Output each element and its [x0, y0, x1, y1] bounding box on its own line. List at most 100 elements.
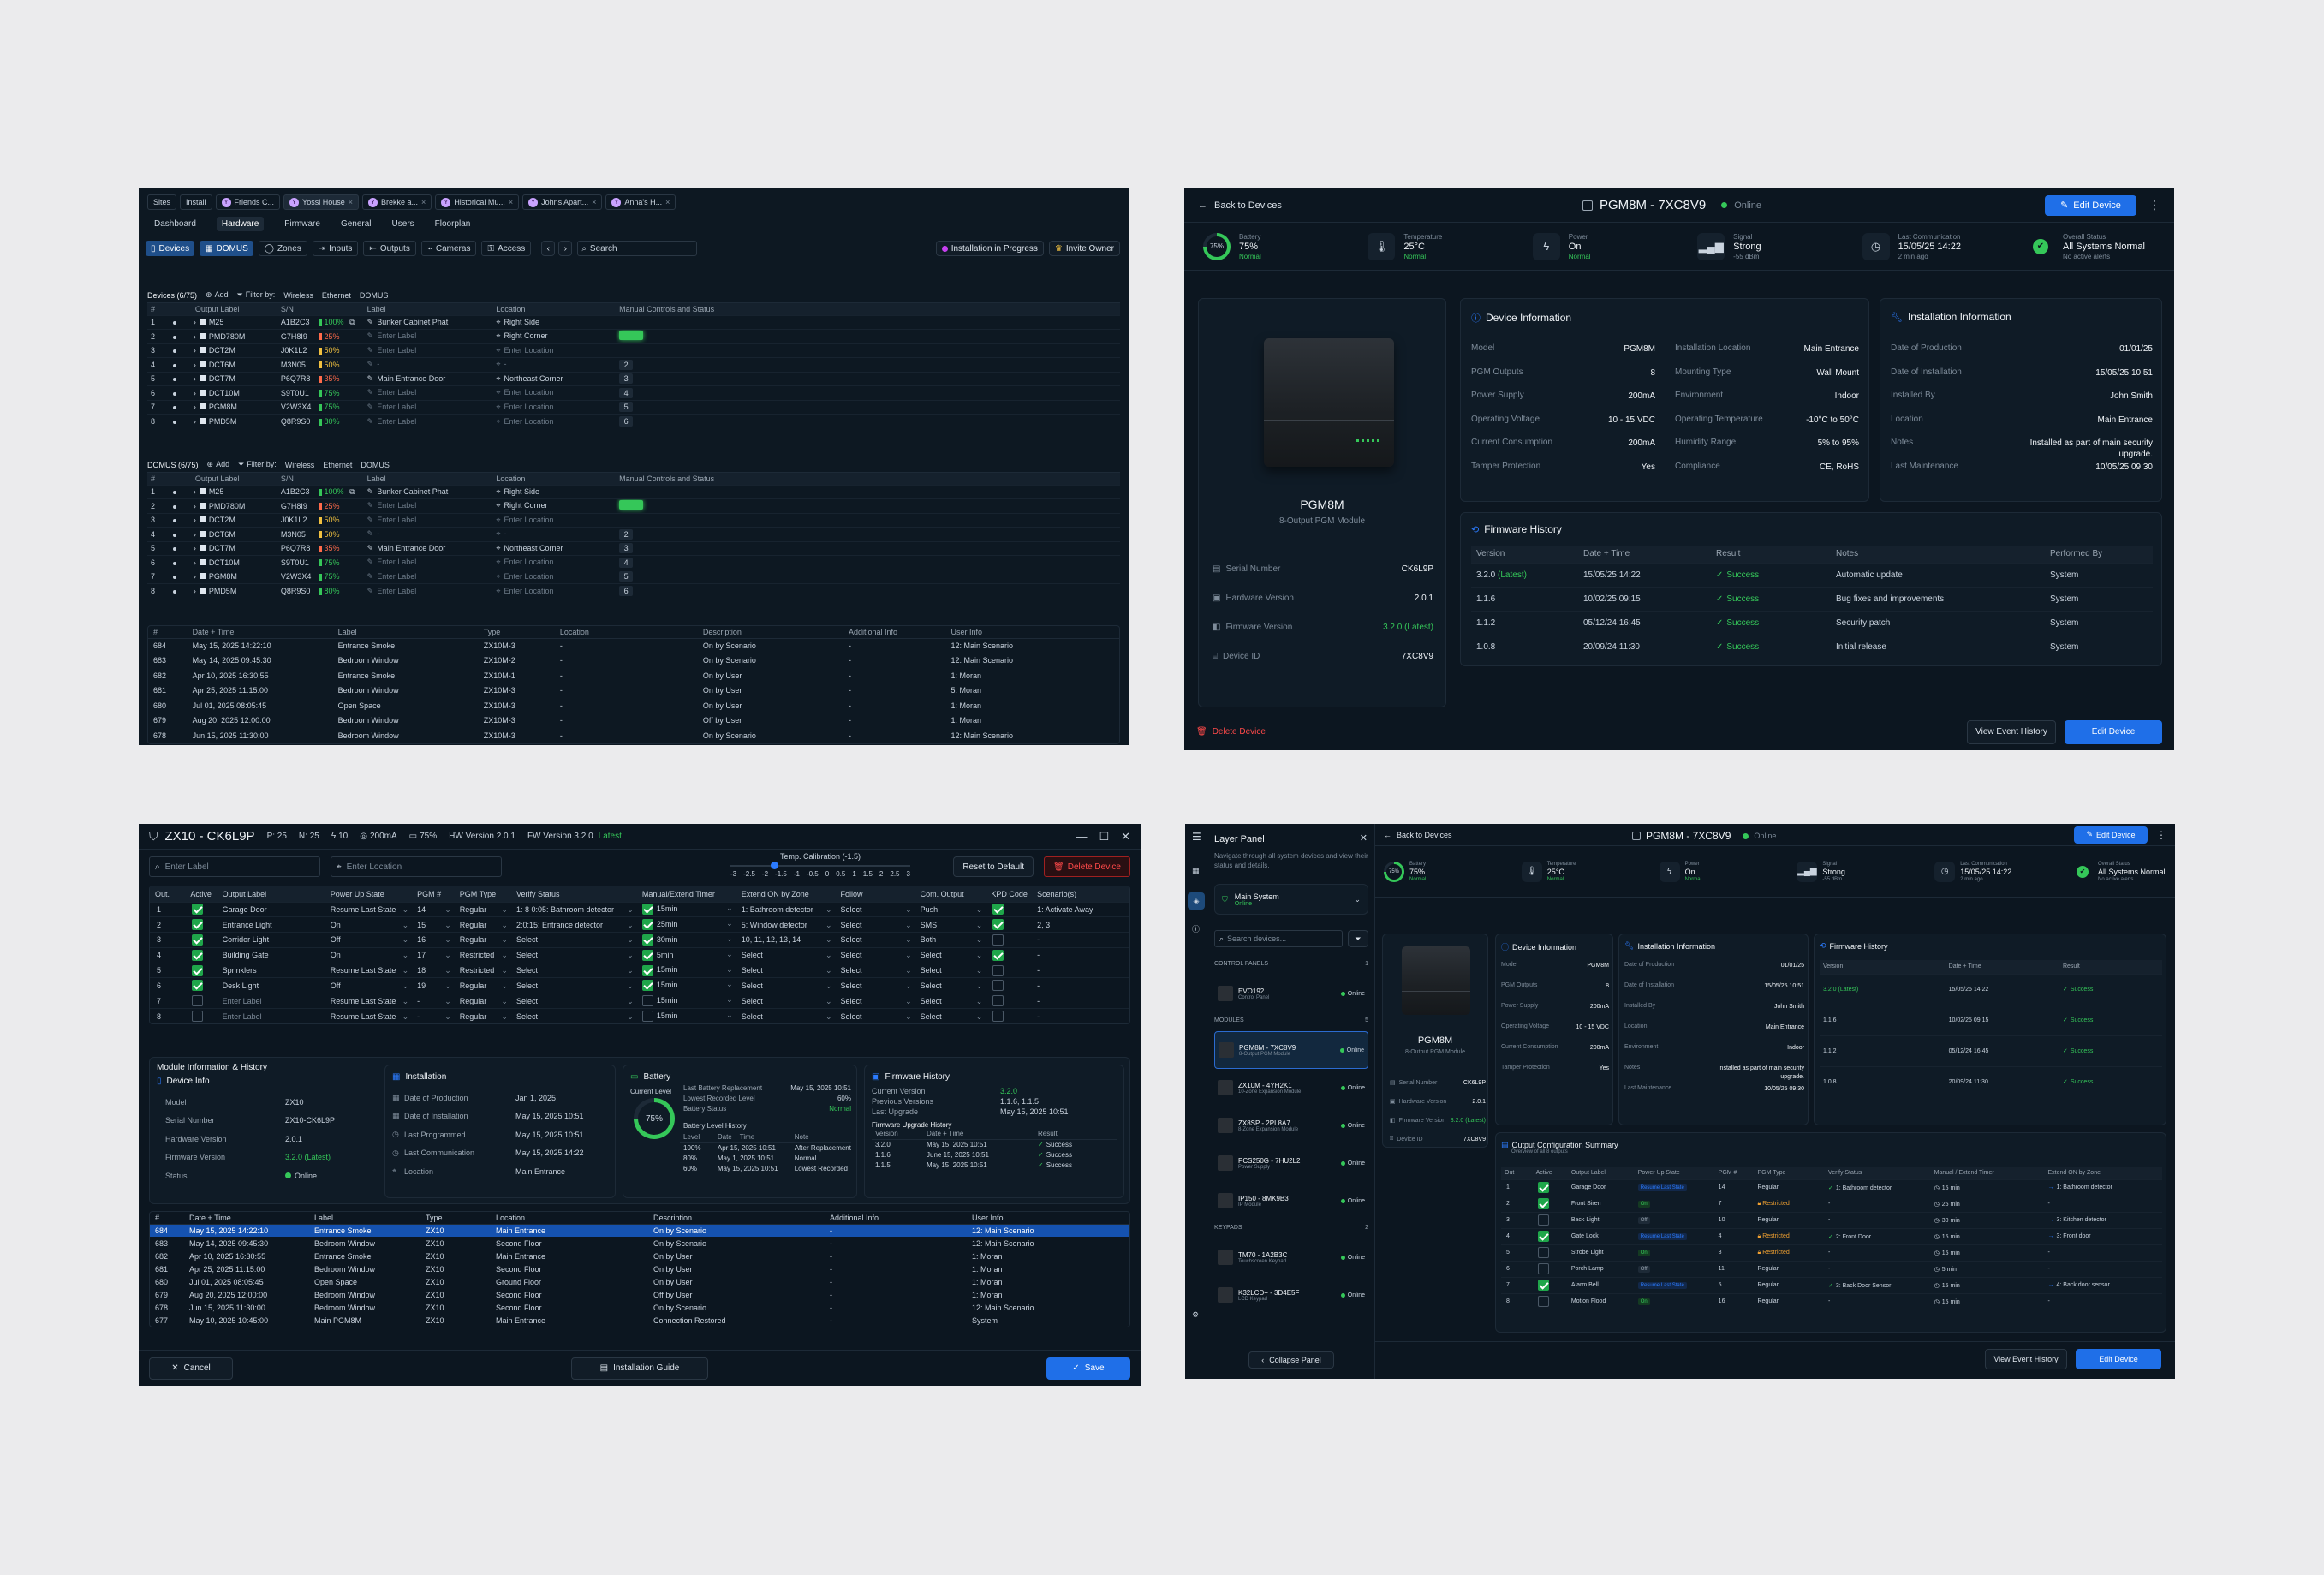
info-icon[interactable]: ⓘ: [1192, 923, 1200, 934]
toolbar-outputs-button[interactable]: ⇤ Outputs: [363, 241, 416, 256]
chevron-right-icon[interactable]: ›: [194, 487, 196, 496]
installation-guide-button[interactable]: ▤ Installation Guide: [571, 1357, 708, 1380]
location-cell[interactable]: ⌖ Enter Location: [492, 570, 616, 584]
timer-checkbox[interactable]: [641, 995, 653, 1007]
kpd-checkbox[interactable]: [992, 904, 1004, 916]
location-cell[interactable]: ⌖ Northeast Corner: [492, 372, 616, 386]
edit-device-button[interactable]: ✎ Edit Device: [2045, 194, 2136, 216]
location-cell[interactable]: ⌖ Enter Location: [492, 415, 616, 429]
active-cell[interactable]: [185, 993, 217, 1009]
device-list-item[interactable]: K32LCD+ - 3D4E5F LCD Keypad Online: [1214, 1276, 1368, 1314]
active-cell[interactable]: [1533, 1179, 1568, 1196]
manual-control-cell[interactable]: 4: [616, 556, 1120, 570]
kpd-checkbox[interactable]: [992, 934, 1004, 946]
delete-device-button[interactable]: 🗑︎ Delete Device: [1196, 727, 1266, 737]
output-label[interactable]: Garage Door: [218, 902, 325, 917]
manual-control-cell[interactable]: 2: [616, 358, 1120, 373]
active-cell[interactable]: [1533, 1277, 1568, 1293]
toggle-on-button[interactable]: [619, 500, 644, 510]
nav-tab-users[interactable]: Users: [392, 219, 414, 229]
maximize-icon[interactable]: ☐: [1099, 830, 1109, 844]
extend-zone-select[interactable]: Select ⌄: [736, 947, 836, 963]
timer-cell[interactable]: 25min ⌄: [637, 917, 736, 933]
scenario-cell[interactable]: -: [1032, 963, 1129, 978]
location-cell[interactable]: ⌖ Right Side: [492, 485, 616, 499]
device-list-item[interactable]: EVO192 Control Panel Online: [1214, 975, 1368, 1012]
label-cell[interactable]: ✎ Enter Label: [364, 499, 493, 514]
back-button[interactable]: ← Back to Devices: [1384, 831, 1452, 839]
active-cell[interactable]: [1533, 1212, 1568, 1228]
edit-cell[interactable]: [349, 386, 363, 401]
kpd-cell[interactable]: [986, 978, 1032, 993]
edit-device-button[interactable]: ✎ Edit Device: [2074, 826, 2148, 844]
verify-status-select[interactable]: 1: 8 0:05: Bathroom detector ⌄: [511, 902, 637, 917]
pgm-type-select[interactable]: Regular ⌄: [455, 902, 511, 917]
device-name-cell[interactable]: › DCT6M: [192, 528, 277, 542]
device-name-cell[interactable]: › PGM8M: [192, 400, 277, 415]
manual-control-cell[interactable]: [616, 330, 1120, 344]
verify-status-select[interactable]: Select ⌄: [511, 978, 637, 993]
follow-select[interactable]: Select ⌄: [836, 978, 915, 993]
device-list-item[interactable]: IP150 - 8MK9B3 IP Module Online: [1214, 1182, 1368, 1220]
active-cell[interactable]: [1533, 1244, 1568, 1261]
follow-select[interactable]: Select ⌄: [836, 917, 915, 933]
manual-control-cell[interactable]: 6: [616, 415, 1120, 429]
follow-select[interactable]: Select ⌄: [836, 993, 915, 1009]
label-cell[interactable]: ✎ Enter Label: [364, 570, 493, 584]
kpd-cell[interactable]: [986, 1009, 1032, 1024]
extend-zone-select[interactable]: Select ⌄: [736, 978, 836, 993]
active-checkbox[interactable]: [192, 919, 204, 931]
next-page-button[interactable]: ›: [558, 241, 573, 256]
label-cell[interactable]: ✎ Bunker Cabinet Phat: [364, 485, 493, 499]
main-system-select[interactable]: ⛉ Main System Online ⌄: [1214, 884, 1368, 915]
active-cell[interactable]: [1533, 1293, 1568, 1310]
reset-to-default-button[interactable]: Reset to Default: [953, 856, 1034, 877]
com-output-select[interactable]: Select ⌄: [915, 993, 986, 1009]
label-cell[interactable]: ✎ Bunker Cabinet Phat: [364, 315, 493, 330]
manual-control-cell[interactable]: [616, 499, 1120, 514]
device-list-item[interactable]: ZX10M - 4YH2K1 10-Zone Expansion Module On…: [1214, 1069, 1368, 1107]
chevron-right-icon[interactable]: ›: [194, 389, 196, 397]
follow-select[interactable]: Select ⌄: [836, 902, 915, 917]
back-button[interactable]: ← Back to Devices: [1198, 200, 1282, 211]
extend-zone-select[interactable]: 1: Bathroom detector ⌄: [736, 902, 836, 917]
search-input[interactable]: ⌕ Search: [577, 241, 698, 256]
menu-icon[interactable]: ☰: [1192, 831, 1201, 843]
site-tab[interactable]: Y Friends C...: [215, 194, 281, 210]
manual-control-cell[interactable]: 3: [616, 541, 1120, 556]
power-up-select[interactable]: Resume Last State ⌄: [325, 902, 412, 917]
power-up-select[interactable]: On ⌄: [325, 947, 412, 963]
active-cell[interactable]: [185, 963, 217, 978]
edit-cell[interactable]: [349, 372, 363, 386]
com-output-select[interactable]: Select ⌄: [915, 1009, 986, 1024]
active-checkbox[interactable]: [192, 1011, 204, 1023]
toolbar-inputs-button[interactable]: ⇥ Inputs: [312, 241, 359, 256]
kpd-cell[interactable]: [986, 963, 1032, 978]
manual-control-cell[interactable]: [616, 343, 1120, 358]
chevron-right-icon[interactable]: ›: [194, 361, 196, 369]
label-cell[interactable]: ✎ Main Entrance Door: [364, 541, 493, 556]
kpd-checkbox[interactable]: [992, 919, 1004, 931]
chevron-right-icon[interactable]: ›: [194, 403, 196, 411]
chevron-right-icon[interactable]: ›: [194, 530, 196, 539]
verify-status-select[interactable]: Select ⌄: [511, 1009, 637, 1024]
toolbar-zones-button[interactable]: ◯ Zones: [258, 241, 307, 256]
pgm-type-select[interactable]: Regular ⌄: [455, 917, 511, 933]
chevron-right-icon[interactable]: ›: [194, 332, 196, 341]
site-tab[interactable]: Sites: [147, 194, 177, 210]
timer-cell[interactable]: 30min ⌄: [637, 933, 736, 948]
label-cell[interactable]: ✎ Enter Label: [364, 343, 493, 358]
active-cell[interactable]: [1533, 1196, 1568, 1212]
active-checkbox[interactable]: [192, 964, 204, 976]
kpd-checkbox[interactable]: [992, 949, 1004, 961]
active-checkbox[interactable]: [192, 904, 204, 916]
kpd-cell[interactable]: [986, 933, 1032, 948]
timer-cell[interactable]: 15min ⌄: [637, 902, 736, 917]
chevron-right-icon[interactable]: ›: [194, 544, 196, 552]
filter-chip[interactable]: Ethernet: [323, 461, 352, 469]
edit-cell[interactable]: [349, 330, 363, 344]
edit-cell[interactable]: [349, 343, 363, 358]
filter-chip[interactable]: DOMUS: [360, 291, 389, 300]
device-list-item[interactable]: PGM8M - 7XC8V9 8-Output PGM Module Online: [1214, 1031, 1368, 1069]
pgm-number-select[interactable]: 14 ⌄: [412, 902, 455, 917]
